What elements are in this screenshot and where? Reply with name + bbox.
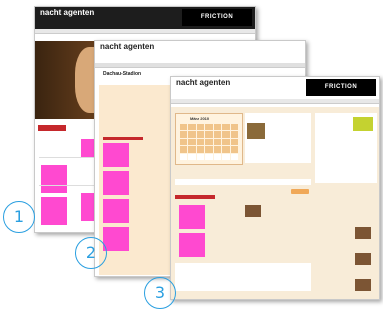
- banner-text: FRICTION: [200, 14, 234, 20]
- page-3-header: nacht agenten FRICTION: [171, 77, 379, 99]
- event-thumbnail: [245, 205, 261, 217]
- placeholder-image: [103, 199, 129, 223]
- event-thumbnail: [355, 227, 371, 239]
- page-number-badge-2: 2: [75, 237, 107, 269]
- placeholder-image: [41, 197, 67, 225]
- calendar-grid: [180, 124, 238, 160]
- page-number-badge-1: 1: [3, 201, 35, 233]
- logo: nacht agenten: [176, 79, 230, 87]
- filter-bar: [175, 179, 311, 185]
- calendar-month: März 2010: [190, 116, 210, 121]
- search-button[interactable]: [291, 189, 309, 194]
- banner-text: FRICTION: [324, 84, 358, 90]
- nav-bar: [171, 99, 379, 104]
- placeholder-image: [103, 171, 129, 195]
- event-thumbnail: [355, 253, 371, 265]
- placeholder-image: [103, 227, 129, 251]
- page-title: Dachau-Stadion: [103, 71, 142, 77]
- event-thumbnail: [247, 123, 265, 139]
- nav-bar: [95, 63, 305, 68]
- page-2-header: nacht agenten: [95, 41, 305, 63]
- logo: nacht agenten: [40, 9, 94, 17]
- side-label: [38, 125, 66, 131]
- placeholder-image: [41, 165, 67, 193]
- friction-banner: FRICTION: [182, 9, 252, 26]
- placeholder-image: [179, 205, 205, 229]
- logo-text: nacht agenten: [176, 78, 231, 87]
- placeholder-image: [179, 233, 205, 257]
- section-header: [103, 137, 143, 140]
- friction-banner: FRICTION: [306, 79, 376, 96]
- event-list: [175, 263, 311, 291]
- page-1-header: nacht agenten FRICTION: [35, 7, 255, 29]
- divider: [39, 185, 99, 186]
- placeholder-image: [103, 143, 129, 167]
- logo-text: nacht agenten: [100, 42, 155, 51]
- page-number-badge-3: 3: [144, 277, 176, 309]
- section-header: [175, 195, 215, 199]
- logo-text: nacht agenten: [40, 8, 95, 17]
- event-thumbnail: [355, 279, 371, 291]
- top-event-box: [245, 113, 311, 163]
- calendar-widget: März 2010: [175, 113, 243, 165]
- green-ad: [353, 117, 373, 131]
- divider: [39, 157, 99, 158]
- nav-bar: [35, 29, 255, 34]
- logo: nacht agenten: [100, 43, 154, 51]
- sidebar-box: [315, 113, 377, 183]
- page-3-screenshot: nacht agenten FRICTION März 2010: [170, 76, 380, 300]
